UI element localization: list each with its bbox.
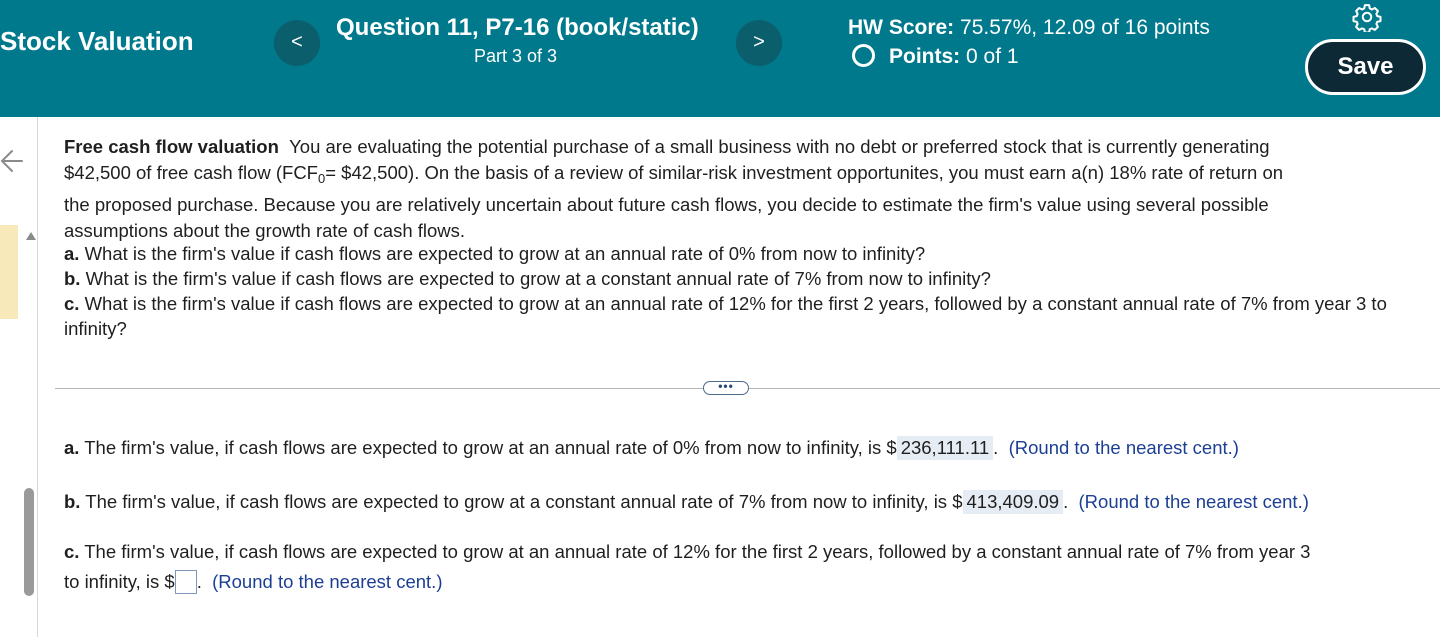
- question-a-label: a.: [64, 243, 80, 264]
- gear-icon[interactable]: [1352, 2, 1382, 32]
- answer-b-text: The firm's value, if cash flows are expe…: [85, 491, 963, 512]
- question-a-text: What is the firm's value if cash flows a…: [84, 243, 926, 264]
- answer-c-line-1: c. The firm's value, if cash flows are e…: [64, 541, 1310, 563]
- question-b-label: b.: [64, 268, 81, 289]
- header-bar: Stock Valuation < Question 11, P7-16 (bo…: [0, 0, 1440, 117]
- answer-a-value[interactable]: 236,111.11: [896, 436, 994, 460]
- answer-c-text-line2: to infinity, is $: [64, 571, 175, 592]
- question-c: c. What is the firm's value if cash flow…: [64, 291, 1436, 341]
- answer-c-input[interactable]: [174, 570, 197, 594]
- answer-a: a. The firm's value, if cash flows are e…: [64, 436, 1239, 460]
- hw-score: HW Score: 75.57%, 12.09 of 16 points: [848, 16, 1210, 40]
- app-root: Stock Valuation < Question 11, P7-16 (bo…: [0, 0, 1440, 637]
- question-a: a. What is the firm's value if cash flow…: [64, 241, 1436, 266]
- answer-b-label: b.: [64, 491, 81, 512]
- answer-b-value[interactable]: 413,409.09: [962, 490, 1064, 514]
- problem-line-2: $42,500 of free cash flow (FCF0= $42,500…: [64, 160, 1436, 186]
- answer-a-text: The firm's value, if cash flows are expe…: [84, 437, 897, 458]
- problem-line-3: the proposed purchase. Because you are r…: [64, 194, 1269, 215]
- problem-line-4: assumptions about the growth rate of cas…: [64, 220, 466, 241]
- answer-c-line-2: to infinity, is $. (Round to the nearest…: [64, 570, 443, 594]
- problem-statement: Free cash flow valuation You are evaluat…: [64, 134, 1436, 341]
- question-b-text: What is the firm's value if cash flows a…: [85, 268, 991, 289]
- points-value: 0 of 1: [966, 45, 1019, 68]
- scrollbar-thumb[interactable]: [24, 488, 34, 596]
- answer-c-label: c.: [64, 541, 80, 562]
- problem-intro: Free cash flow valuation You are evaluat…: [64, 134, 1436, 241]
- circle-icon: [852, 44, 875, 67]
- more-options-button[interactable]: •••: [703, 380, 749, 395]
- course-title: Stock Valuation: [0, 26, 194, 56]
- question-b: b. What is the firm's value if cash flow…: [64, 266, 1436, 291]
- question-part: Part 3 of 3: [474, 46, 558, 66]
- answer-c-text-line1: The firm's value, if cash flows are expe…: [84, 541, 1311, 562]
- back-arrow-icon[interactable]: [0, 148, 24, 174]
- pane-divider: [37, 117, 38, 637]
- save-button[interactable]: Save: [1305, 39, 1426, 95]
- question-c-text: What is the firm's value if cash flows a…: [64, 293, 1387, 339]
- problem-line2-start: $42,500 of free cash flow (FCF: [64, 162, 318, 183]
- question-c-label: c.: [64, 293, 80, 314]
- hw-score-value: 75.57%, 12.09 of 16 points: [960, 16, 1210, 39]
- problem-title: Free cash flow valuation: [64, 136, 279, 157]
- answer-b: b. The firm's value, if cash flows are e…: [64, 490, 1309, 514]
- answer-b-hint: (Round to the nearest cent.): [1078, 491, 1309, 512]
- answer-a-label: a.: [64, 437, 80, 458]
- previous-question-button[interactable]: <: [274, 20, 320, 66]
- problem-line1-text: You are evaluating the potential purchas…: [289, 136, 1270, 157]
- answer-a-hint: (Round to the nearest cent.): [1008, 437, 1239, 458]
- problem-line2-rest: = $42,500). On the basis of a review of …: [325, 162, 1284, 183]
- scroll-up-icon[interactable]: [26, 232, 36, 240]
- question-title: Question 11, P7-16 (book/static): [336, 14, 699, 41]
- hw-score-label: HW Score:: [848, 16, 955, 39]
- question-highlight-marker: [0, 225, 18, 319]
- next-question-button[interactable]: >: [736, 20, 782, 66]
- points-label: Points:: [889, 45, 961, 68]
- problem-line-1: Free cash flow valuation You are evaluat…: [64, 134, 1436, 160]
- points-status: Points: 0 of 1: [848, 44, 1019, 69]
- answer-c-hint: (Round to the nearest cent.): [212, 571, 443, 592]
